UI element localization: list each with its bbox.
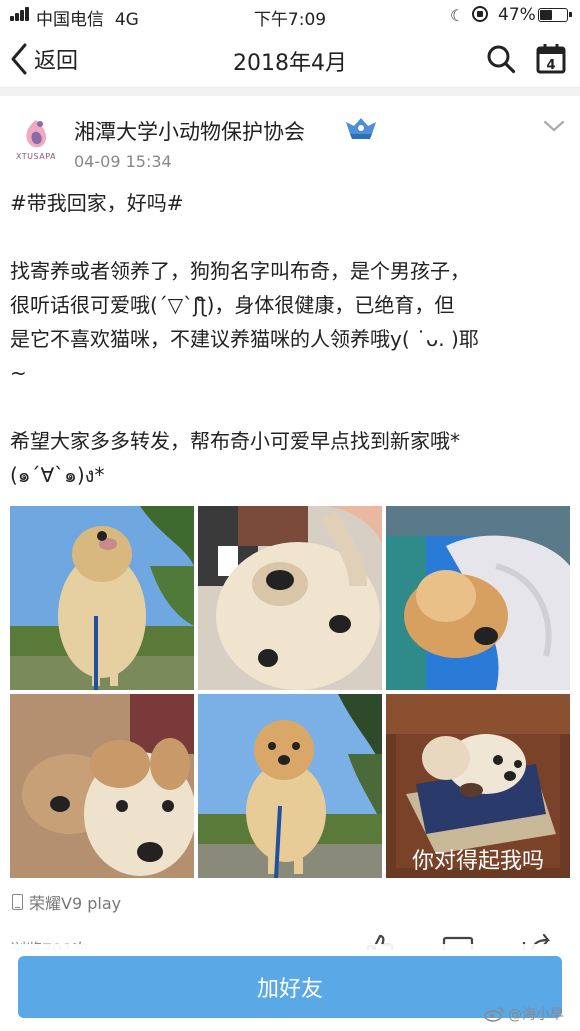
chevron-down-icon[interactable]	[542, 118, 566, 134]
calendar-day: 4	[546, 58, 555, 73]
battery-icon	[538, 8, 572, 22]
feed-gap	[0, 88, 580, 96]
moon-icon: ☾	[450, 6, 465, 25]
photo-caption: 你对得起我吗	[412, 849, 544, 874]
rotation-lock-icon	[472, 6, 488, 22]
avatar[interactable]: XTUSAPA	[10, 112, 62, 168]
post-line: 是它不喜欢猫咪，不建议养猫咪的人领养哦y( ˙ᴗ. )耶	[10, 327, 479, 351]
post-line: 希望大家多多转发，帮布奇小可爱早点找到新家哦*	[10, 429, 460, 453]
phone-icon	[12, 894, 23, 910]
post-line: 找寄养或者领养了，狗狗名字叫布奇，是个男孩子，	[10, 259, 470, 283]
dog-photo-1[interactable]	[10, 506, 194, 690]
battery-percent: 47%	[498, 5, 536, 25]
watermark: @海小早	[484, 1004, 564, 1024]
dog-photo-3[interactable]	[386, 506, 570, 690]
watermark-text: @海小早	[508, 1007, 564, 1023]
avatar-text: XTUSAPA	[15, 152, 57, 161]
search-icon[interactable]	[486, 44, 516, 74]
hashtag[interactable]: #带我回家，好吗#	[10, 186, 572, 220]
paw-logo-icon	[26, 120, 46, 148]
post-line: ~	[10, 361, 27, 385]
dog-photo-4[interactable]	[10, 694, 194, 878]
nav-bar: 返回 2018年4月 4	[0, 30, 580, 88]
dog-photo-2[interactable]	[198, 506, 382, 690]
post-line: (๑´∀`๑)ง*	[10, 463, 105, 487]
dog-photo-6[interactable]: 你对得起我吗	[386, 694, 570, 878]
verified-badge-icon	[346, 118, 376, 139]
add-friend-button[interactable]: 加好友	[18, 956, 562, 1018]
calendar-icon[interactable]: 4	[536, 43, 566, 74]
status-bar: 中国电信 4G 下午7:09 ☾ 47%	[0, 0, 580, 30]
device-name: 荣耀V9 play	[29, 894, 122, 913]
dog-photo-5[interactable]	[198, 694, 382, 878]
post-line: 很听话很可爱哦(´▽`ʃƪ)，身体很健康，已绝育，但	[10, 293, 455, 317]
post-time: 04-09 15:34	[74, 152, 172, 171]
status-time: 下午7:09	[253, 10, 327, 30]
post-header: XTUSAPA 湘潭大学小动物保护协会 04-09 15:34	[0, 96, 580, 184]
post-text: #带我回家，好吗# 找寄养或者领养了，狗狗名字叫布奇，是个男孩子， 很听话很可爱…	[10, 186, 572, 492]
photo-grid: 你对得起我吗	[10, 506, 570, 878]
device-info: 荣耀V9 play	[12, 890, 121, 914]
author-name[interactable]: 湘潭大学小动物保护协会	[74, 116, 305, 146]
weibo-icon	[484, 1007, 504, 1022]
